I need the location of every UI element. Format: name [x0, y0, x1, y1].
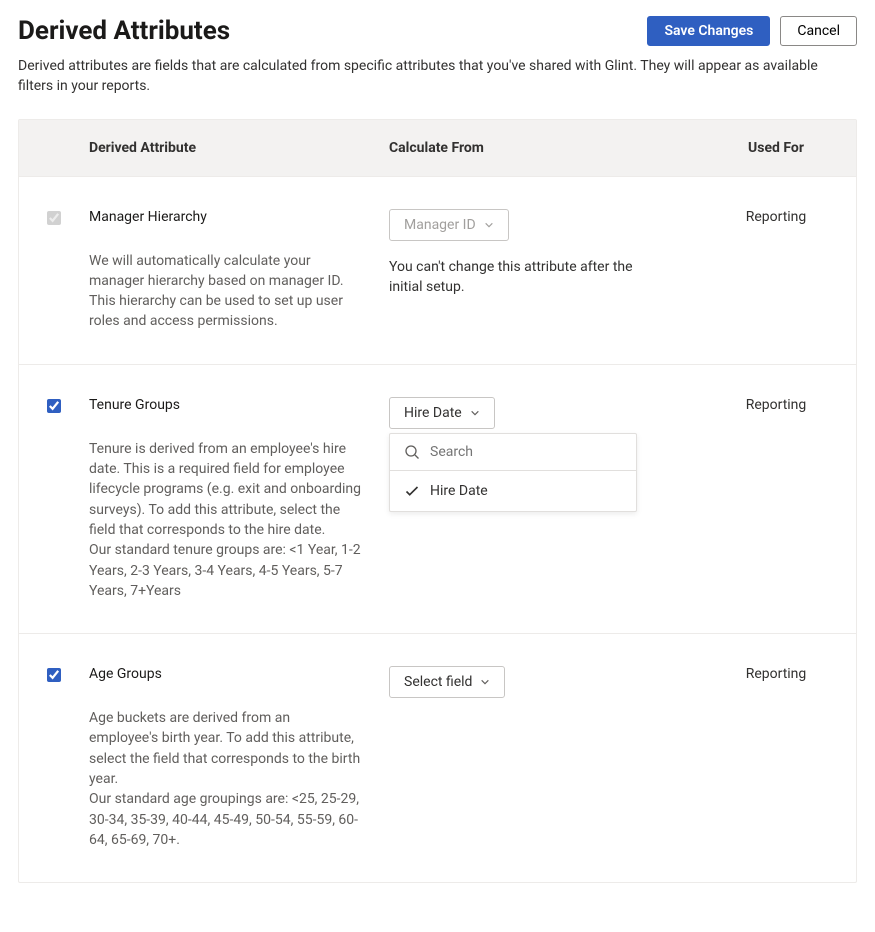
page-description: Derived attributes are fields that are c…: [18, 56, 848, 97]
chevron-down-icon: [470, 408, 480, 418]
table-row: Manager Hierarchy We will automatically …: [19, 177, 856, 365]
row-title: Age Groups: [89, 666, 389, 682]
check-icon: [404, 483, 420, 499]
row-title: Manager Hierarchy: [89, 209, 389, 225]
select-label: Select field: [404, 674, 472, 690]
save-button[interactable]: Save Changes: [647, 16, 770, 46]
used-for-value: Reporting: [696, 397, 856, 601]
calculate-select-manager: Manager ID: [389, 209, 509, 241]
table-row: Tenure Groups Tenure is derived from an …: [19, 365, 856, 634]
dropdown-search-row: [390, 434, 636, 471]
search-icon: [404, 444, 420, 460]
enable-checkbox-age[interactable]: [47, 668, 61, 682]
col-header-attribute: Derived Attribute: [89, 140, 389, 156]
attributes-table: Derived Attribute Calculate From Used Fo…: [18, 119, 857, 884]
calculate-select-age[interactable]: Select field: [389, 666, 505, 698]
dropdown-search-input[interactable]: [430, 444, 622, 460]
enable-checkbox-manager: [47, 211, 61, 225]
used-for-value: Reporting: [696, 666, 856, 850]
select-label: Manager ID: [404, 217, 476, 233]
row-description: Age buckets are derived from an employee…: [89, 708, 389, 850]
page-title: Derived Attributes: [18, 16, 230, 46]
header-actions: Save Changes Cancel: [647, 16, 857, 46]
calculate-select-tenure[interactable]: Hire Date: [389, 397, 495, 429]
chevron-down-icon: [484, 220, 494, 230]
calculate-helper: You can't change this attribute after th…: [389, 257, 639, 298]
col-header-used: Used For: [696, 140, 856, 156]
table-header: Derived Attribute Calculate From Used Fo…: [19, 120, 856, 177]
select-label: Hire Date: [404, 405, 462, 421]
chevron-down-icon: [480, 677, 490, 687]
row-description: Tenure is derived from an employee's hir…: [89, 439, 389, 601]
dropdown-option-label: Hire Date: [430, 483, 488, 499]
dropdown-option-hire-date[interactable]: Hire Date: [390, 471, 636, 511]
used-for-value: Reporting: [696, 209, 856, 332]
table-row: Age Groups Age buckets are derived from …: [19, 634, 856, 882]
cancel-button[interactable]: Cancel: [780, 16, 857, 46]
enable-checkbox-tenure[interactable]: [47, 399, 61, 413]
row-description: We will automatically calculate your man…: [89, 251, 389, 332]
row-title: Tenure Groups: [89, 397, 389, 413]
col-header-calculate: Calculate From: [389, 140, 696, 156]
calculate-dropdown: Hire Date: [389, 433, 637, 512]
